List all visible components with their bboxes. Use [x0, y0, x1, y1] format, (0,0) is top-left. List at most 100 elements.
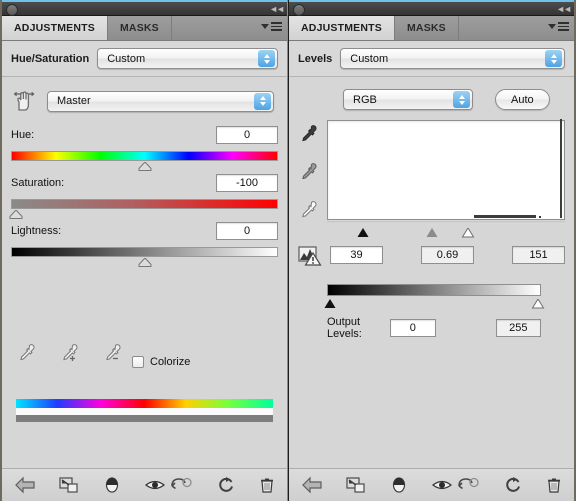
hue-slider-thumb[interactable]: [138, 162, 151, 171]
histogram-uncached-warning-icon[interactable]: [298, 244, 322, 266]
reset-button[interactable]: [217, 476, 235, 494]
levels-channel-value: RGB: [353, 93, 377, 106]
tabstrip-left: ADJUSTMENTS MASKS: [2, 16, 287, 41]
stepper-arrows-icon[interactable]: [258, 50, 275, 67]
eyedropper-icon[interactable]: [16, 343, 36, 368]
preset-value: Custom: [107, 52, 146, 65]
channel-row: Master: [11, 77, 278, 113]
histogram-area: [327, 119, 565, 238]
midtone-input-field[interactable]: 0.69: [421, 246, 474, 264]
histogram-bar: [474, 215, 536, 218]
output-levels-label: Output Levels:: [327, 316, 362, 340]
panel-toolbar-left: [2, 468, 287, 501]
hue-input[interactable]: 0: [216, 126, 278, 144]
lightness-slider-thumb[interactable]: [138, 258, 151, 267]
colorize-control[interactable]: Colorize: [132, 356, 190, 368]
levels-histogram[interactable]: [327, 119, 565, 220]
preview-button[interactable]: [431, 478, 453, 492]
return-to-adjustment-list-button[interactable]: [14, 476, 36, 494]
highlight-input-field[interactable]: 151: [512, 246, 565, 264]
shadow-input-field[interactable]: 39: [330, 246, 383, 264]
return-to-adjustment-list-button[interactable]: [301, 476, 323, 494]
hamburger-icon: [558, 22, 569, 31]
on-image-adjustment-hand-icon[interactable]: [11, 89, 37, 113]
white-ramp: [16, 408, 273, 415]
adjustment-header-row-right: Levels Custom: [289, 41, 574, 77]
output-white-field[interactable]: 255: [495, 319, 541, 337]
auto-button[interactable]: Auto: [495, 89, 550, 110]
double-chevron-left-icon[interactable]: ◄◄: [269, 5, 285, 14]
gray-ramp[interactable]: [16, 415, 273, 422]
toggle-layer-visibility-button[interactable]: [102, 476, 122, 494]
colorize-label: Colorize: [150, 356, 191, 368]
preset-dropdown-hue-saturation[interactable]: Custom: [97, 48, 278, 69]
colorize-checkbox[interactable]: [132, 356, 144, 368]
panel-grip-circle-icon: [293, 4, 305, 16]
tab-masks[interactable]: MASKS: [108, 16, 172, 40]
rainbow-ramp: [16, 399, 273, 408]
saturation-slider-thumb[interactable]: [9, 210, 23, 219]
panel-toolbar-right: [289, 468, 574, 501]
panel-menu-icon[interactable]: [548, 22, 569, 31]
tab-masks[interactable]: MASKS: [395, 16, 459, 40]
hue-slider-track[interactable]: [11, 151, 278, 171]
output-levels-ramp[interactable]: [327, 284, 541, 296]
eyedropper-minus-icon[interactable]: [102, 343, 122, 368]
channel-dropdown[interactable]: Master: [47, 90, 274, 112]
panel-grip-circle-icon: [6, 4, 18, 16]
stepper-arrows-icon[interactable]: [545, 50, 562, 67]
hue-saturation-panel: ◄◄ ADJUSTMENTS MASKS Hue/Saturation Cust…: [0, 0, 288, 501]
output-white-thumb[interactable]: [531, 296, 545, 314]
output-levels-section: Output Levels: 0 255: [298, 266, 565, 340]
levels-panel: ◄◄ ADJUSTMENTS MASKS Levels Custom RGB A…: [288, 0, 576, 501]
delete-adjustment-button[interactable]: [546, 476, 562, 494]
saturation-label: Saturation:: [11, 177, 65, 189]
tab-adjustments[interactable]: ADJUSTMENTS: [2, 16, 108, 40]
output-levels-slider[interactable]: [324, 296, 545, 310]
levels-eyedropper-group: [298, 120, 318, 237]
eyedropper-white-icon[interactable]: [298, 200, 318, 225]
page-title: Levels: [298, 52, 333, 65]
delete-adjustment-button[interactable]: [259, 476, 275, 494]
hue-label: Hue:: [11, 129, 35, 141]
lightness-label: Lightness:: [11, 225, 62, 237]
photoshop-adjustments-panels: ◄◄ ADJUSTMENTS MASKS Hue/Saturation Cust…: [0, 0, 576, 501]
output-black-field[interactable]: 0: [390, 319, 436, 337]
panel-titlebar-right[interactable]: ◄◄: [289, 0, 574, 16]
toggle-layer-visibility-button[interactable]: [389, 476, 409, 494]
panel-menu-icon[interactable]: [261, 22, 282, 31]
clip-to-layer-button[interactable]: [345, 476, 367, 494]
hue-slider-group: Hue: 0: [11, 126, 278, 171]
input-levels-track: [327, 221, 565, 224]
saturation-input[interactable]: -100: [216, 174, 278, 192]
levels-channel-row: RGB Auto: [298, 77, 565, 110]
tab-adjustments[interactable]: ADJUSTMENTS: [289, 16, 395, 40]
eyedropper-plus-icon[interactable]: [59, 343, 79, 368]
panel-titlebar-left[interactable]: ◄◄: [2, 0, 287, 16]
output-black-thumb[interactable]: [324, 296, 337, 314]
saturation-slider-track[interactable]: [9, 199, 278, 219]
clip-to-layer-button[interactable]: [58, 476, 80, 494]
preset-value: Custom: [350, 52, 389, 65]
levels-channel-dropdown[interactable]: RGB: [343, 89, 473, 110]
preview-button[interactable]: [144, 478, 166, 492]
eyedropper-gray-icon[interactable]: [298, 162, 318, 187]
eyedropper-black-icon[interactable]: [298, 124, 318, 149]
output-levels-fields: Output Levels: 0 255: [327, 316, 541, 340]
lightness-slider-track[interactable]: [11, 247, 278, 267]
histogram-block: [298, 110, 565, 238]
histogram-bar: [539, 216, 542, 218]
toggle-previous-state-button[interactable]: [456, 477, 480, 493]
reset-button[interactable]: [504, 476, 522, 494]
page-title: Hue/Saturation: [11, 52, 90, 65]
preset-dropdown-levels[interactable]: Custom: [340, 48, 565, 69]
double-chevron-left-icon[interactable]: ◄◄: [556, 5, 572, 14]
stepper-arrows-icon[interactable]: [453, 91, 470, 108]
channel-value: Master: [57, 95, 91, 107]
lightness-input[interactable]: 0: [216, 222, 278, 240]
stepper-arrows-icon[interactable]: [254, 92, 271, 110]
toggle-previous-state-button[interactable]: [169, 477, 193, 493]
color-ramps: [16, 399, 273, 422]
input-levels-fields: 39 0.69 151: [298, 237, 565, 266]
input-levels-slider[interactable]: [327, 221, 565, 238]
